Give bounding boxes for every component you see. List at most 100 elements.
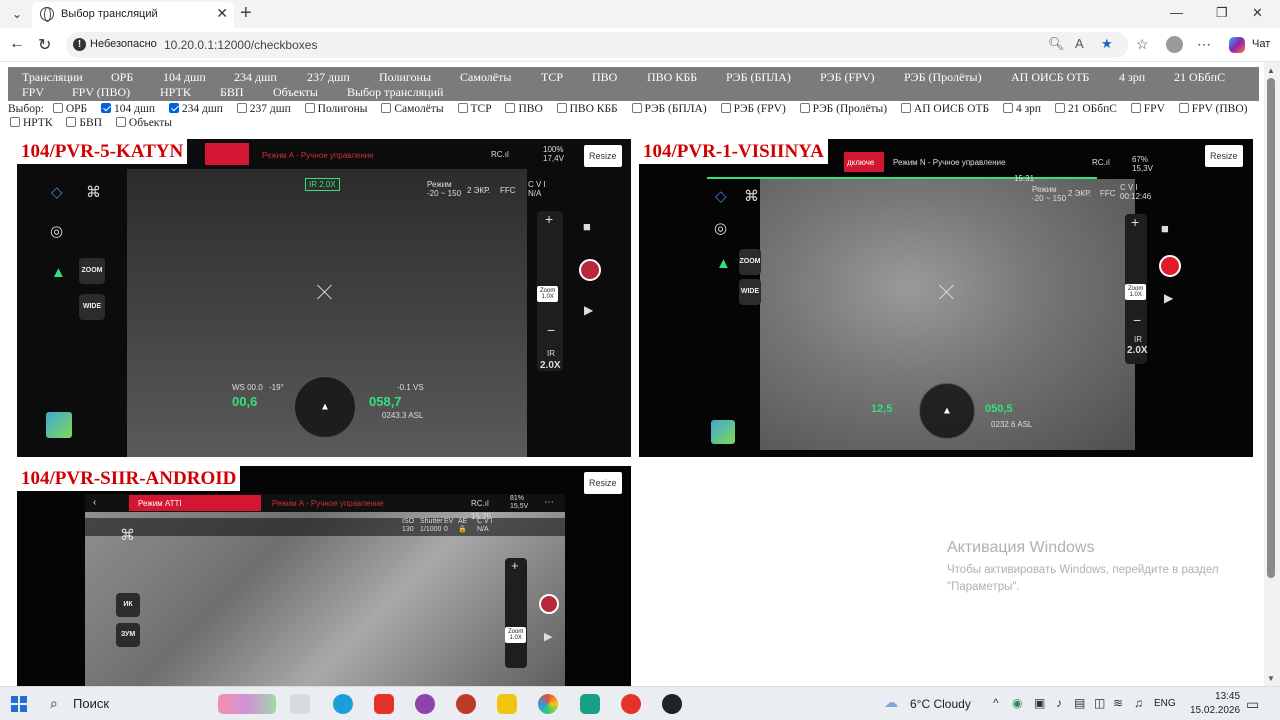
filter-checkbox[interactable] [236, 103, 247, 113]
camera-icon[interactable]: ■ [1161, 221, 1169, 236]
filter-option[interactable]: Объекты [114, 117, 172, 129]
filter-checkbox[interactable] [115, 117, 126, 127]
profile-avatar[interactable] [1166, 36, 1183, 53]
filter-option-label[interactable]: НРТК [23, 117, 53, 129]
nav-link[interactable]: Самолёты [460, 70, 511, 85]
gimbal-icon[interactable]: ◎ [50, 222, 63, 240]
filter-option-label[interactable]: ПВО [518, 103, 542, 115]
scroll-up-icon[interactable]: ▲ [1267, 66, 1275, 75]
close-tab-icon[interactable]: ✕ [216, 5, 228, 22]
nav-link[interactable]: Объекты [273, 85, 318, 100]
yandex-browser-icon[interactable] [621, 694, 641, 714]
tray-chevron-icon[interactable]: ^ [993, 696, 999, 710]
app-icon[interactable] [415, 694, 435, 714]
filter-option[interactable]: РЭБ (FPV) [719, 103, 786, 115]
scrollbar-thumb[interactable] [1267, 78, 1275, 578]
close-window-icon[interactable]: ✕ [1252, 5, 1263, 21]
filter-option-label[interactable]: БВП [79, 117, 102, 129]
nav-link[interactable]: Полигоны [379, 70, 431, 85]
back-arrow-icon[interactable]: ‹ [93, 497, 96, 508]
playback-icon[interactable]: ▶ [1164, 291, 1173, 305]
filter-option[interactable]: 237 дшп [235, 103, 291, 115]
filter-checkbox[interactable] [799, 103, 810, 113]
app-icon[interactable] [580, 694, 600, 714]
filter-option[interactable]: Самолёты [379, 103, 444, 115]
windows-start-icon[interactable] [11, 696, 27, 712]
map-icon[interactable] [46, 412, 72, 438]
taskbar-search[interactable]: Поиск [73, 696, 109, 711]
filter-option-label[interactable]: 104 дшп [114, 103, 155, 115]
compass-icon[interactable]: ▲ [716, 255, 731, 272]
notification-icon[interactable]: ▭ [1246, 696, 1259, 713]
filter-option-label[interactable]: Самолёты [394, 103, 443, 115]
nav-link[interactable]: 4 зрп [1119, 70, 1145, 85]
waypoint-icon[interactable]: ◇ [51, 183, 63, 201]
tray-app-icon[interactable]: ▣ [1034, 696, 1045, 710]
nav-link[interactable]: FPV [22, 85, 44, 100]
zoom-in-icon[interactable]: + [545, 211, 553, 227]
tray-app-icon[interactable]: ▤ [1074, 696, 1085, 710]
minimize-icon[interactable]: — [1170, 5, 1183, 20]
chat-label[interactable]: Чат [1252, 38, 1270, 50]
filter-option[interactable]: 104 дшп [99, 103, 155, 115]
filter-option[interactable]: ПВО [503, 103, 543, 115]
filter-option[interactable]: РЭБ (БПЛА) [630, 103, 707, 115]
back-arrow-icon[interactable]: ← [9, 35, 25, 53]
nav-link[interactable]: ОРБ [111, 70, 133, 85]
insecure-warning-icon[interactable]: ! [73, 38, 86, 51]
zoom-out-icon[interactable]: − [547, 322, 555, 338]
filter-checkbox[interactable] [631, 103, 642, 113]
app-icon[interactable] [662, 694, 682, 714]
filter-option[interactable]: FPV (ПВО) [1177, 103, 1248, 115]
zoom-button[interactable]: ZOOM [739, 249, 761, 275]
nav-link[interactable]: РЭБ (Пролёты) [904, 70, 982, 85]
waypoint-icon[interactable]: ◇ [715, 187, 727, 205]
yandex-icon[interactable] [374, 694, 394, 714]
filter-checkbox[interactable] [720, 103, 731, 113]
filter-option-label[interactable]: РЭБ (Пролёты) [813, 103, 887, 115]
filter-checkbox[interactable] [304, 103, 315, 113]
scroll-down-icon[interactable]: ▼ [1267, 674, 1275, 683]
zoom-in-icon[interactable]: + [1131, 214, 1139, 230]
filter-option-label[interactable]: 21 ОБбпС [1068, 103, 1117, 115]
language-indicator[interactable]: ENG [1154, 698, 1176, 709]
url-field[interactable]: ! Небезопасно 10.20.0.1:12000/checkboxes… [66, 32, 1128, 58]
nav-link[interactable]: НРТК [160, 85, 191, 100]
filter-checkbox[interactable] [900, 103, 911, 113]
nav-link[interactable]: Трансляции [22, 70, 83, 85]
nav-link[interactable]: 104 дшп [163, 70, 206, 85]
filter-checkbox[interactable] [168, 103, 179, 113]
record-button[interactable] [539, 594, 559, 614]
filter-option[interactable]: ПВО КББ [555, 103, 618, 115]
wide-button[interactable]: WIDE [739, 279, 761, 305]
filter-option[interactable]: Полигоны [303, 103, 368, 115]
search-icon[interactable]: ⌕ [50, 695, 58, 712]
favorites-icon[interactable]: ☆ [1136, 36, 1149, 53]
nav-link[interactable]: 21 ОБбпС [1174, 70, 1225, 85]
filter-option-label[interactable]: 4 зрп [1016, 103, 1041, 115]
filter-option-label[interactable]: АП ОИСБ ОТБ [914, 103, 989, 115]
filter-option[interactable]: 234 дшп [167, 103, 223, 115]
drone-icon[interactable]: ⌘ [120, 526, 135, 544]
playback-icon[interactable]: ▶ [584, 303, 593, 317]
filter-checkbox[interactable] [457, 103, 468, 113]
filter-option-label[interactable]: Полигоны [318, 103, 368, 115]
filter-option-label[interactable]: ТСР [471, 103, 492, 115]
filter-option[interactable]: АП ОИСБ ОТБ [899, 103, 989, 115]
filter-option[interactable]: БВП [64, 117, 102, 129]
compass-icon[interactable]: ▲ [51, 264, 66, 281]
nav-link[interactable]: ПВО КББ [647, 70, 697, 85]
filter-option-label[interactable]: РЭБ (FPV) [734, 103, 786, 115]
task-view-icon[interactable] [290, 694, 310, 714]
filter-option[interactable]: FPV [1129, 103, 1165, 115]
chrome-icon[interactable] [538, 694, 558, 714]
filter-checkbox[interactable] [10, 117, 20, 127]
filter-option-label[interactable]: FPV (ПВО) [1192, 103, 1248, 115]
filter-checkbox[interactable] [1178, 103, 1189, 113]
zoom-out-icon[interactable]: − [1133, 312, 1141, 328]
resize-button[interactable]: Resize [584, 472, 622, 494]
camera-icon[interactable]: ■ [583, 219, 591, 234]
filter-option-label[interactable]: ПВО КББ [570, 103, 618, 115]
maximize-icon[interactable]: ❐ [1216, 5, 1228, 21]
tab-list-chevron-icon[interactable]: ⌄ [6, 4, 28, 24]
